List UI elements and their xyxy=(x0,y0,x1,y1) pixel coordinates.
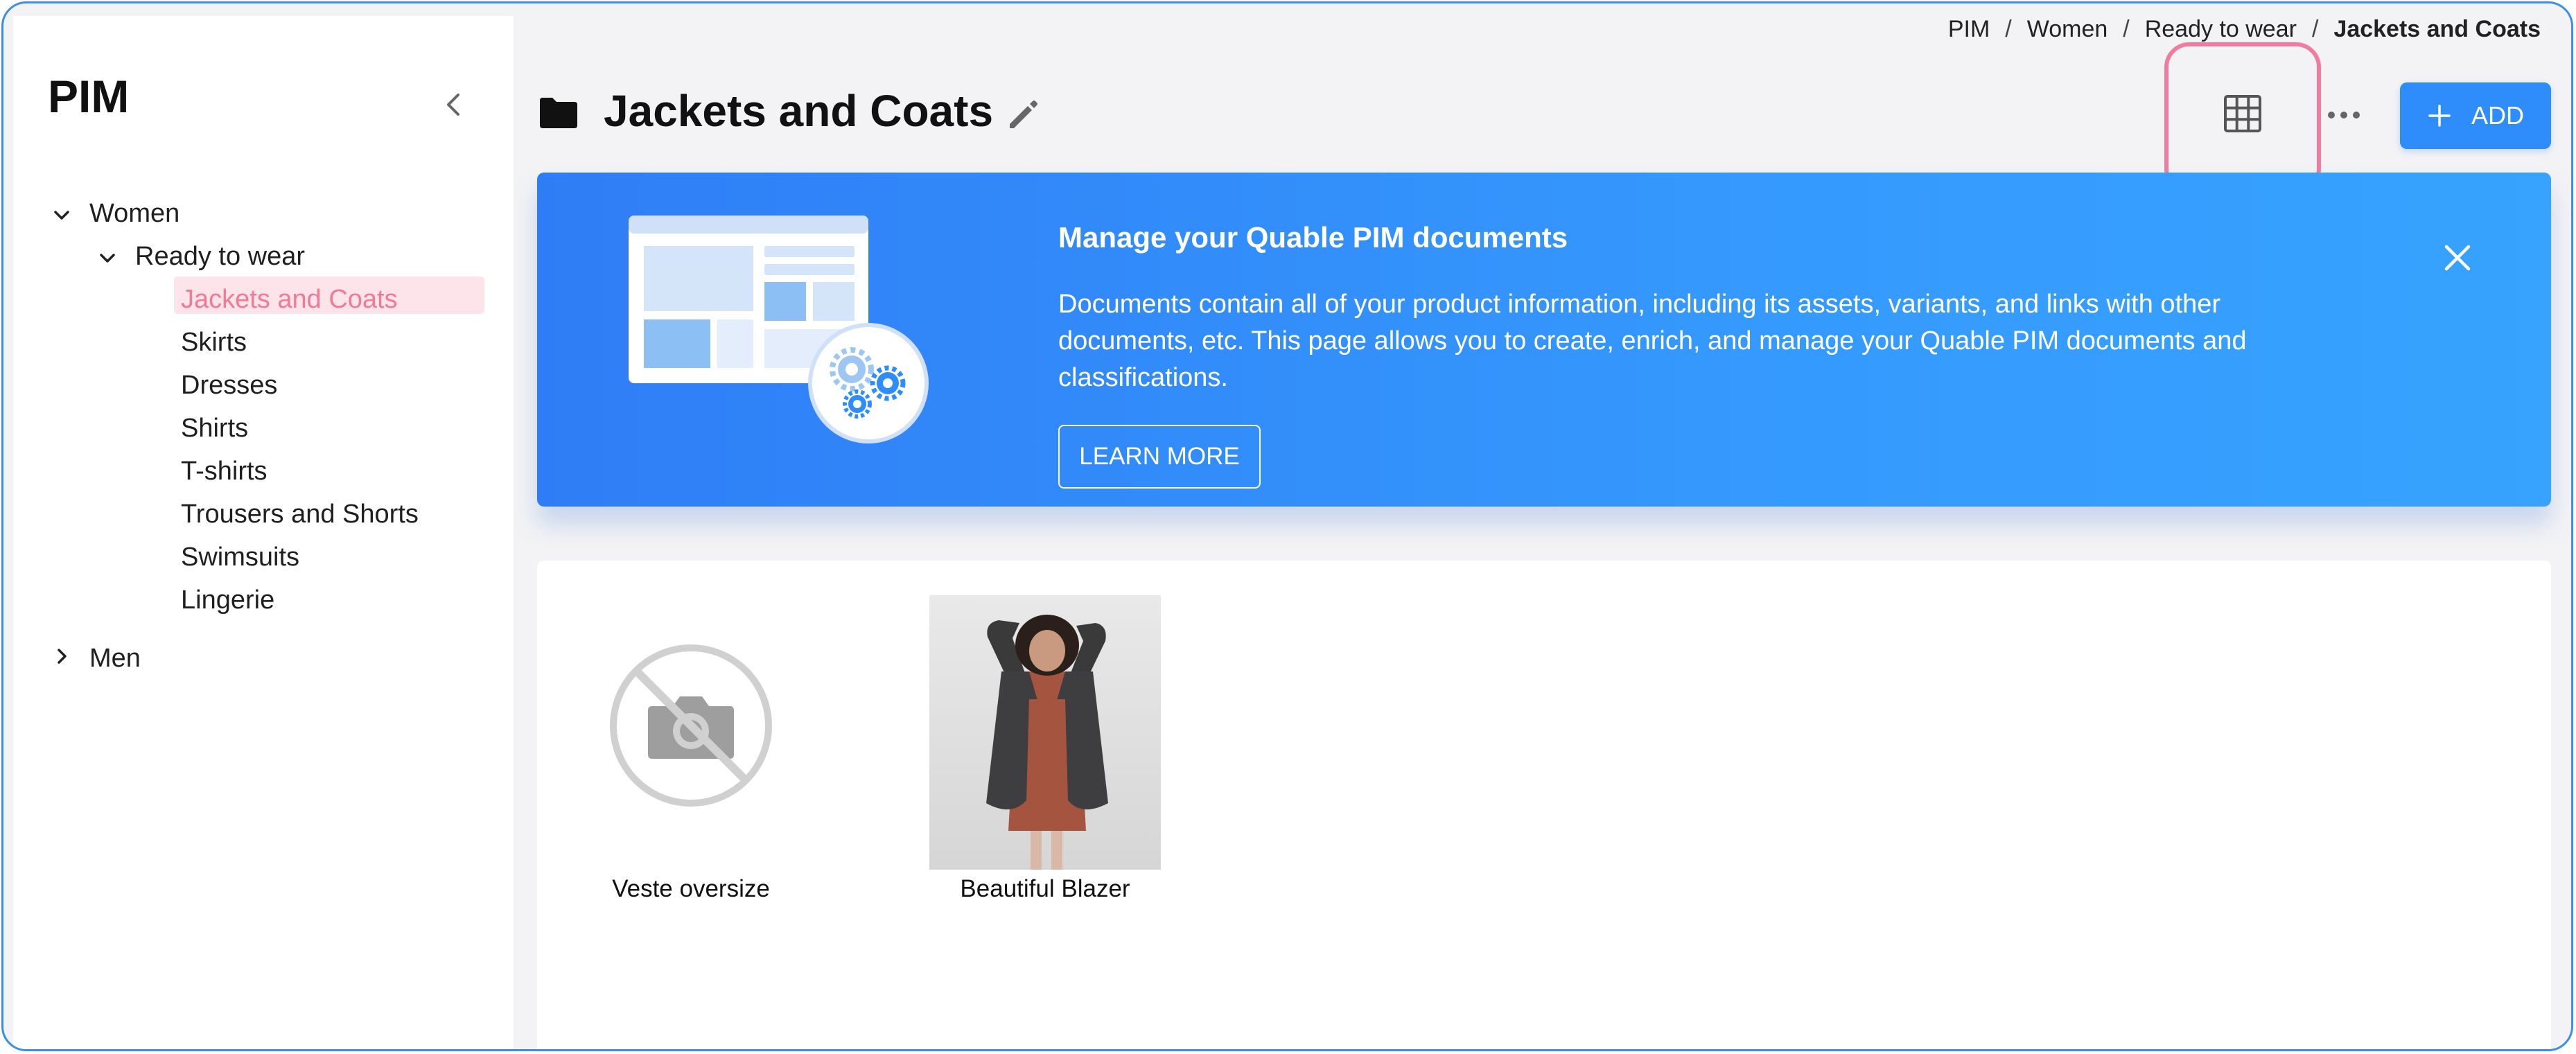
learn-more-button[interactable]: LEARN MORE xyxy=(1058,425,1261,489)
plus-icon xyxy=(2428,105,2451,127)
breadcrumb-item-pim[interactable]: PIM xyxy=(1948,16,1990,43)
close-icon[interactable] xyxy=(2437,238,2478,278)
tree-item-men[interactable]: Men xyxy=(89,644,141,674)
page-title: Jackets and Coats xyxy=(604,86,994,136)
breadcrumb-separator: / xyxy=(2311,16,2319,42)
app-window: PIM Women Ready to wear Jackets and Coat… xyxy=(1,1,2573,1051)
document-card[interactable] xyxy=(609,595,773,845)
sidebar-title: PIM xyxy=(48,71,130,122)
documents-illustration-icon xyxy=(629,216,929,443)
chevron-down-icon[interactable] xyxy=(49,203,74,228)
chevron-down-icon[interactable] xyxy=(95,246,120,271)
tree-item-t-shirts[interactable]: T-shirts xyxy=(181,457,268,486)
tree-item-trousers-and-shorts[interactable]: Trousers and Shorts xyxy=(181,500,419,529)
tree-item-lingerie[interactable]: Lingerie xyxy=(181,586,274,615)
model-wearing-blazer-photo xyxy=(929,595,1161,870)
breadcrumb-separator: / xyxy=(2005,16,2012,42)
info-banner: Manage your Quable PIM documents Documen… xyxy=(537,173,2551,507)
no-image-icon xyxy=(610,644,772,807)
pencil-icon[interactable] xyxy=(1003,94,1044,135)
tree-item-jackets-and-coats[interactable]: Jackets and Coats xyxy=(181,285,398,315)
tree-item-swimsuits[interactable]: Swimsuits xyxy=(181,543,299,572)
more-options-icon[interactable] xyxy=(2325,103,2363,127)
grid-view-icon[interactable] xyxy=(2221,92,2264,135)
add-button[interactable]: ADD xyxy=(2400,82,2551,149)
sidebar: PIM Women Ready to wear Jackets and Coat… xyxy=(13,16,514,1049)
tree-item-skirts[interactable]: Skirts xyxy=(181,328,247,358)
tree-item-ready-to-wear[interactable]: Ready to wear xyxy=(135,242,305,272)
breadcrumb: PIM / Women / Ready to wear / Jackets and Coat… xyxy=(1948,16,2541,43)
collapse-sidebar-icon[interactable] xyxy=(433,84,475,125)
breadcrumb-current: Jackets and Coats xyxy=(2333,16,2541,42)
banner-description: Documents contain all of your product in… xyxy=(1058,290,2247,392)
add-button-label: ADD xyxy=(2471,101,2524,130)
breadcrumb-item-ready-to-wear[interactable]: Ready to wear xyxy=(2145,16,2297,43)
document-card[interactable] xyxy=(929,595,1161,870)
tree-item-shirts[interactable]: Shirts xyxy=(181,414,248,443)
banner-title: Manage your Quable PIM documents xyxy=(1058,221,1568,254)
breadcrumb-separator: / xyxy=(2123,16,2130,42)
document-name[interactable]: Veste oversize xyxy=(598,875,784,903)
chevron-right-icon[interactable] xyxy=(49,644,74,669)
tree-item-dresses[interactable]: Dresses xyxy=(181,371,277,401)
folder-icon xyxy=(540,98,577,128)
breadcrumb-item-women[interactable]: Women xyxy=(2027,16,2108,43)
documents-grid: Veste oversize Beautiful Blazer xyxy=(537,561,2551,1049)
document-name[interactable]: Beautiful Blazer xyxy=(929,875,1161,903)
tree-item-women[interactable]: Women xyxy=(89,199,179,229)
